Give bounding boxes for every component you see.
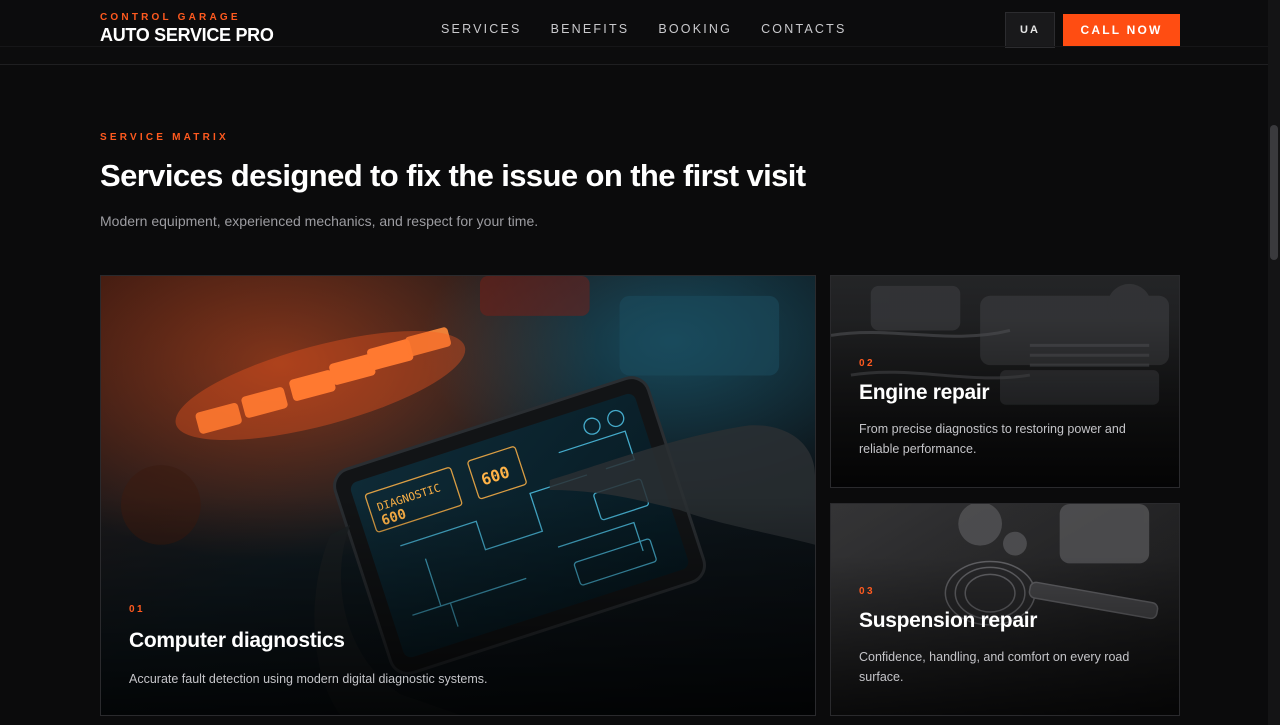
nav-item-contacts[interactable]: CONTACTS bbox=[761, 22, 846, 36]
section-eyebrow: SERVICE MATRIX bbox=[100, 132, 229, 143]
scrollbar-thumb[interactable] bbox=[1270, 125, 1278, 260]
nav-item-booking[interactable]: BOOKING bbox=[658, 22, 732, 36]
card-body: 01 Computer diagnostics Accurate fault d… bbox=[129, 604, 689, 689]
main-nav: SERVICES BENEFITS BOOKING CONTACTS bbox=[441, 22, 847, 36]
brand-name: AUTO SERVICE PRO bbox=[100, 25, 274, 45]
service-number: 02 bbox=[859, 358, 875, 369]
service-description: From precise diagnostics to restoring po… bbox=[859, 422, 1126, 456]
page-scrollbar[interactable] bbox=[1268, 0, 1280, 725]
nav-item-services[interactable]: SERVICES bbox=[441, 22, 522, 36]
nav-item-benefits[interactable]: BENEFITS bbox=[551, 22, 630, 36]
card-body: 02 Engine repair From precise diagnostic… bbox=[859, 358, 1154, 459]
service-number: 03 bbox=[859, 586, 875, 597]
service-card-diagnostics[interactable]: DIAGNOSTIC 600 600 01 Computer diagnosti… bbox=[100, 275, 816, 716]
section-title: Services designed to fix the issue on th… bbox=[100, 158, 806, 193]
service-description: Accurate fault detection using modern di… bbox=[129, 672, 488, 686]
service-description: Confidence, handling, and comfort on eve… bbox=[859, 650, 1130, 684]
service-title: Suspension repair bbox=[859, 609, 1038, 632]
service-card-engine[interactable]: 02 Engine repair From precise diagnostic… bbox=[830, 275, 1180, 488]
site-header: CONTROL GARAGE AUTO SERVICE PRO SERVICES… bbox=[0, 0, 1268, 65]
service-card-suspension[interactable]: 03 Suspension repair Confidence, handlin… bbox=[830, 503, 1180, 716]
service-number: 01 bbox=[129, 604, 145, 615]
section-subtitle: Modern equipment, experienced mechanics,… bbox=[100, 213, 539, 229]
call-now-button[interactable]: CALL NOW bbox=[1063, 14, 1180, 46]
brand-logo[interactable]: CONTROL GARAGE AUTO SERVICE PRO bbox=[100, 12, 274, 46]
language-switch-button[interactable]: UA bbox=[1005, 12, 1055, 48]
service-title: Engine repair bbox=[859, 381, 990, 404]
card-body: 03 Suspension repair Confidence, handlin… bbox=[859, 586, 1154, 687]
service-title: Computer diagnostics bbox=[129, 629, 345, 652]
brand-tagline: CONTROL GARAGE bbox=[100, 12, 241, 23]
